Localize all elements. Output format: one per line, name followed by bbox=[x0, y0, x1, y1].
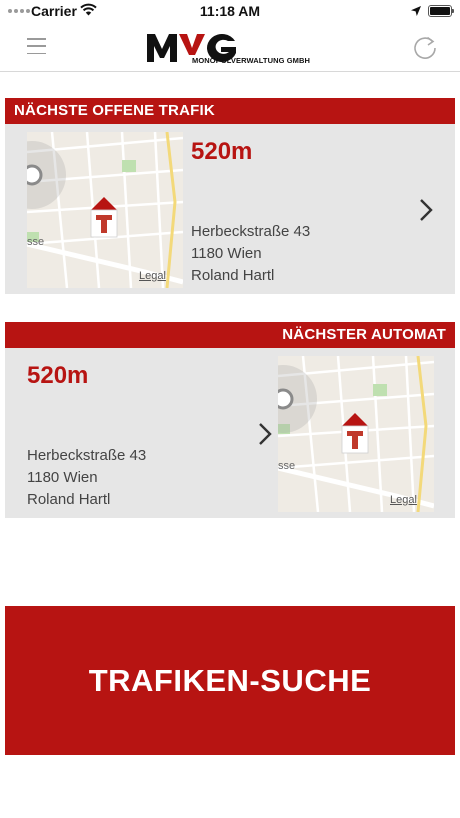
nearest-trafik-header: NÄCHSTE OFFENE TRAFIK bbox=[5, 98, 455, 124]
trafik-distance: 520m bbox=[191, 138, 253, 165]
automat-distance: 520m bbox=[27, 362, 89, 389]
battery-icon bbox=[428, 5, 454, 17]
map-street-label: sse bbox=[278, 460, 296, 472]
chevron-right-icon[interactable] bbox=[419, 198, 433, 222]
logo-subtitle: MONOPOLVERWALTUNG GMBH bbox=[192, 56, 311, 65]
map-legal-link[interactable]: Legal bbox=[390, 494, 417, 506]
automat-street: Herbeckstraße 43 bbox=[27, 447, 147, 464]
mvg-logo: MONOPOLVERWALTUNG GMBH bbox=[145, 31, 317, 69]
map-background bbox=[278, 356, 434, 512]
trafik-map: sse Legal bbox=[27, 132, 183, 288]
trafiken-search-button[interactable]: TRAFIKEN-SUCHE bbox=[5, 606, 455, 755]
trafik-city: 1180 Wien bbox=[191, 245, 262, 262]
nearest-automat-header: NÄCHSTER AUTOMAT bbox=[5, 322, 455, 348]
map-background bbox=[27, 132, 183, 288]
automat-map: sse Legal bbox=[278, 356, 434, 512]
map-street-label: sse bbox=[27, 236, 45, 248]
map-legal-link[interactable]: Legal bbox=[139, 270, 166, 282]
automat-owner: Roland Hartl bbox=[27, 491, 111, 508]
location-arrow-icon bbox=[411, 6, 421, 16]
status-bar: Carrier 11:18 AM bbox=[0, 0, 460, 22]
nearest-trafik-card[interactable]: sse Legal 520m Herbeckstraße 43 1180 Wie… bbox=[5, 124, 455, 294]
trafik-street: Herbeckstraße 43 bbox=[191, 223, 311, 240]
nearest-automat-card[interactable]: 520m Herbeckstraße 43 1180 Wien Roland H… bbox=[5, 348, 455, 518]
trafik-address: Herbeckstraße 43 1180 Wien Roland Hartl bbox=[191, 221, 310, 287]
hamburger-menu-icon[interactable] bbox=[27, 38, 46, 54]
chevron-right-icon[interactable] bbox=[258, 422, 272, 446]
refresh-icon[interactable] bbox=[412, 34, 438, 60]
status-time: 11:18 AM bbox=[199, 3, 261, 19]
automat-address: Herbeckstraße 43 1180 Wien Roland Hartl bbox=[27, 445, 146, 511]
nav-bar: MONOPOLVERWALTUNG GMBH bbox=[0, 22, 460, 72]
trafik-owner: Roland Hartl bbox=[191, 267, 275, 284]
automat-city: 1180 Wien bbox=[27, 469, 98, 486]
